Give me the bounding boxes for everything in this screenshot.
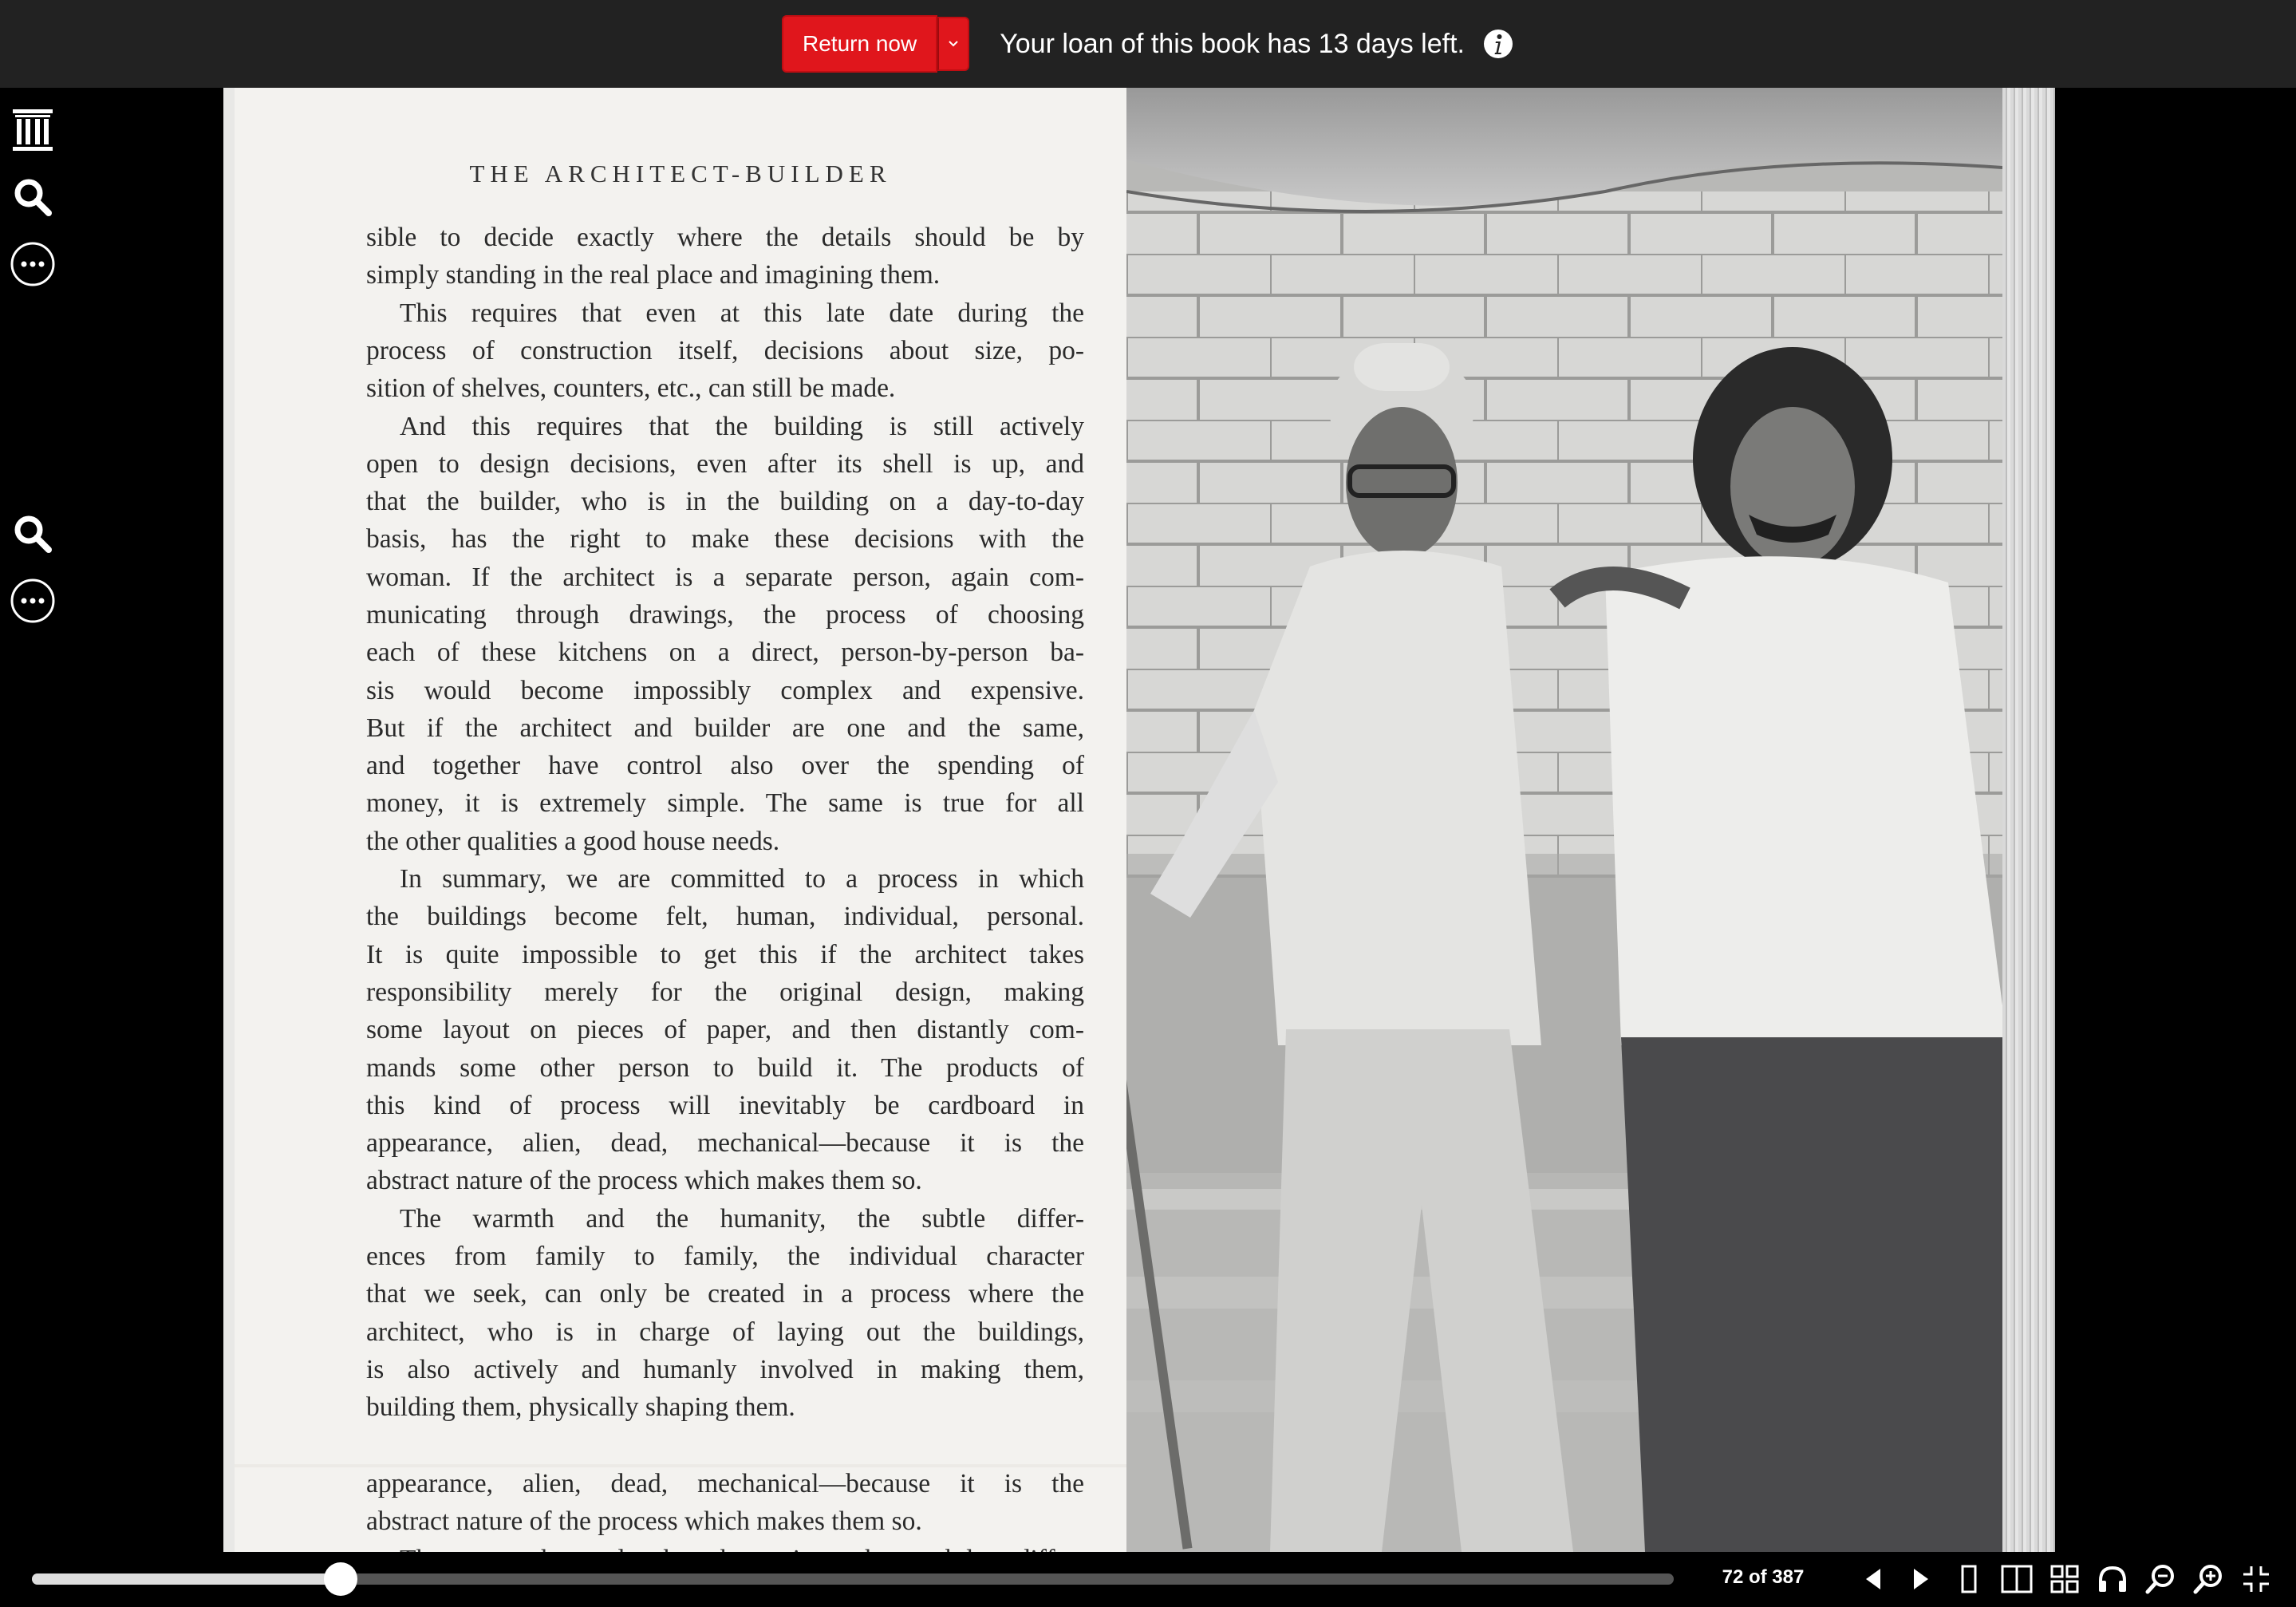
- paragraph: In summary, we are committed to a proces…: [366, 860, 1084, 1200]
- next-page-icon[interactable]: [1905, 1563, 1937, 1595]
- text-line: appearance, alien, dead, mechanical—beca…: [366, 1469, 1084, 1498]
- overflow-paragraph: appearance, alien, dead, mechanical—beca…: [366, 1465, 1084, 1552]
- paragraph: sible to decide exactly where the detail…: [366, 219, 1084, 294]
- more-options-icon[interactable]: [10, 578, 56, 624]
- exit-fullscreen-icon[interactable]: [2240, 1563, 2272, 1595]
- one-page-view-icon[interactable]: [1953, 1563, 1985, 1595]
- text-line: each of these kitchens on a direct, pers…: [366, 638, 1084, 668]
- read-aloud-icon[interactable]: [2097, 1563, 2128, 1595]
- text-line: sible to decide exactly where the detail…: [366, 223, 1084, 252]
- text-line: abstract nature of the process which mak…: [366, 1506, 922, 1537]
- text-line: The warmth and the humanity, the subtle …: [400, 1203, 1084, 1234]
- return-options-button[interactable]: [937, 17, 970, 71]
- page-slider-handle[interactable]: [323, 1562, 357, 1596]
- text-line: sis would become impossibly complex and …: [366, 675, 1084, 705]
- text-line: simply standing in the real place and im…: [366, 260, 941, 290]
- return-now-button[interactable]: Return now: [782, 15, 938, 73]
- search-icon[interactable]: [10, 174, 56, 220]
- text-line: woman. If the architect is a separate pe…: [366, 562, 1084, 592]
- text-line: building them, physically shaping them.: [366, 1392, 795, 1423]
- more-icon[interactable]: [10, 241, 56, 287]
- prev-page-icon[interactable]: [1857, 1563, 1889, 1595]
- page-edge-right: [2002, 88, 2055, 1552]
- text-line: municating through drawings, the process…: [366, 599, 1084, 630]
- text-line: appearance, alien, dead, mechanical—beca…: [366, 1128, 1084, 1159]
- text-line: this kind of process will inevitably be …: [366, 1090, 1084, 1120]
- text-line: that we seek, can only be created in a p…: [366, 1279, 1084, 1309]
- chevron-down-icon: [949, 41, 958, 47]
- text-line: abstract nature of the process which mak…: [366, 1166, 922, 1196]
- text-line: the other qualities a good house needs.: [366, 826, 780, 856]
- loan-bar: Return now Your loan of this book has 13…: [0, 0, 2296, 88]
- text-line: open to design decisions, even after its…: [366, 448, 1084, 479]
- text-line: process of construction itself, decision…: [366, 335, 1084, 365]
- text-line: This requires that even at this late dat…: [400, 298, 1084, 328]
- page-heading: THE ARCHITECT-BUILDER: [469, 160, 892, 188]
- text-line: In summary, we are committed to a proces…: [400, 864, 1084, 894]
- info-icon[interactable]: [1482, 28, 1514, 60]
- text-line: money, it is extremely simple. The same …: [366, 788, 1084, 819]
- two-page-view-icon[interactable]: [2001, 1563, 2033, 1595]
- text-line: The warmth and the humanity, the subtle …: [366, 1541, 1084, 1552]
- search-inside-icon[interactable]: [10, 511, 56, 557]
- text-line: is also actively and humanly involved in…: [366, 1354, 1084, 1384]
- text-line: some layout on pieces of paper, and then…: [366, 1015, 1084, 1045]
- text-line: responsibility merely for the original d…: [366, 977, 1084, 1007]
- page-slider-progress: [32, 1573, 341, 1585]
- text-line: ences from family to family, the individ…: [366, 1242, 1084, 1272]
- text-line: basis, has the right to make these decis…: [366, 524, 1084, 555]
- page-edge-left: [223, 88, 235, 1552]
- thumbnail-view-icon[interactable]: [2049, 1563, 2081, 1595]
- archive-logo-icon[interactable]: [10, 107, 56, 153]
- text-line: It is quite impossible to get this if th…: [366, 939, 1084, 969]
- text-line: But if the architect and builder are one…: [366, 713, 1084, 743]
- zoom-out-icon[interactable]: [2144, 1563, 2176, 1595]
- text-line: architect, who is in charge of laying ou…: [366, 1317, 1084, 1347]
- page-counter: 72 of 387: [1722, 1566, 1805, 1588]
- zoom-in-icon[interactable]: [2192, 1563, 2224, 1595]
- return-button-group: Return now: [782, 15, 970, 73]
- text-line: that the builder, who is in the building…: [366, 487, 1084, 517]
- paragraph: And this requires that the building is s…: [366, 408, 1084, 861]
- paragraph: The warmth and the humanity, the subtle …: [366, 1200, 1084, 1427]
- text-line: the buildings become felt, human, indivi…: [366, 902, 1084, 932]
- photo-two-builders: [1126, 88, 2002, 1552]
- loan-message: Your loan of this book has 13 days left.: [1000, 28, 1465, 59]
- text-line: sition of shelves, counters, etc., can s…: [366, 373, 896, 404]
- text-line: mands some other person to build it. The…: [366, 1052, 1084, 1083]
- left-book-page[interactable]: THE ARCHITECT-BUILDER sible to decide ex…: [235, 88, 1126, 1552]
- text-line: And this requires that the building is s…: [400, 411, 1084, 441]
- text-line: and together have control also over the …: [366, 751, 1084, 781]
- paragraph: This requires that even at this late dat…: [366, 294, 1084, 408]
- right-book-page-photo[interactable]: [1126, 88, 2002, 1552]
